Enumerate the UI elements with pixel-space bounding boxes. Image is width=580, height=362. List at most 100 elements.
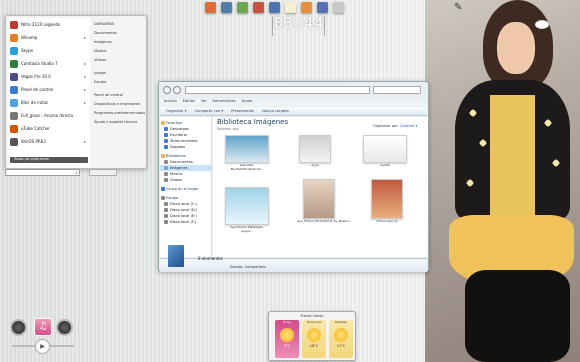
command-button[interactable]: Nueva carpeta bbox=[262, 109, 288, 113]
nav-item-icon bbox=[161, 196, 165, 200]
tools-dock-icon[interactable] bbox=[317, 1, 328, 13]
image-thumbnail[interactable]: Aya-Hirano-Wallpaper-ayaya... bbox=[225, 187, 269, 233]
nav-pane-item[interactable]: Grupo en el hogar bbox=[160, 186, 211, 192]
menu-item[interactable]: Edición bbox=[183, 99, 195, 106]
explorer-search-input[interactable] bbox=[373, 86, 421, 94]
weather-temp: 4°C bbox=[283, 344, 291, 348]
command-button[interactable]: Organizar ▾ bbox=[166, 109, 187, 113]
music-icon[interactable]: ♫ bbox=[34, 318, 52, 336]
program-item[interactable]: WinOS PR63 ▸ bbox=[10, 136, 90, 147]
thumbnail-image bbox=[299, 135, 331, 163]
start-place-item[interactable]: DARKSMDE bbox=[94, 20, 146, 29]
program-label: Bloc de notas bbox=[21, 100, 49, 105]
image-thumbnail[interactable]: aya-ueto-8bd7e6d9cd4e6cdd... bbox=[225, 135, 269, 171]
back-button[interactable] bbox=[163, 86, 171, 94]
address-bar[interactable] bbox=[185, 86, 370, 94]
arrange-by[interactable]: Organizar por: Carpeta ▾ bbox=[373, 124, 417, 128]
image-thumbnail[interactable]: Aya18 bbox=[363, 135, 407, 168]
start-place-item[interactable]: Programas predeterminados bbox=[94, 109, 146, 118]
arrange-value[interactable]: Carpeta ▾ bbox=[400, 124, 417, 128]
start-place-item[interactable]: Videos bbox=[94, 56, 146, 65]
program-label: Skype bbox=[21, 48, 34, 53]
start-place-item[interactable]: Imágenes bbox=[94, 38, 146, 47]
image-thumbnail[interactable]: Hirano Aya ya bbox=[365, 179, 409, 224]
previous-button[interactable] bbox=[10, 319, 27, 336]
help-dock-icon[interactable] bbox=[269, 1, 280, 13]
program-icon bbox=[10, 72, 18, 81]
start-place-item[interactable]: Ayuda y soporte técnico bbox=[94, 118, 146, 127]
menu-item[interactable]: Archivo bbox=[164, 99, 177, 106]
program-label: Full_glass - Acceso directo bbox=[21, 113, 74, 118]
nav-item-icon bbox=[164, 127, 168, 131]
nav-pane-item[interactable]: Disco local (F:) bbox=[160, 219, 211, 225]
program-label: Nitro 2120 Legends bbox=[21, 22, 61, 27]
program-item[interactable]: Nitro 2120 Legends bbox=[10, 19, 90, 30]
apps-dock-icon[interactable] bbox=[237, 1, 248, 13]
start-place-item[interactable]: Música bbox=[94, 47, 146, 56]
top-dock bbox=[205, 0, 344, 14]
thumbnail-image bbox=[371, 179, 403, 219]
nav-item-label: Escritorio bbox=[170, 133, 187, 137]
menu-item[interactable]: Herramientas bbox=[213, 99, 236, 106]
folder-dock-icon[interactable] bbox=[205, 1, 216, 13]
image-thumbnail[interactable]: Ayya bbox=[293, 135, 337, 168]
forward-button[interactable] bbox=[173, 86, 181, 94]
wallpaper-photo bbox=[425, 0, 580, 362]
pen-tray-icon[interactable]: ✎ bbox=[454, 2, 466, 14]
all-programs-button[interactable]: Todos los programas bbox=[10, 157, 88, 163]
nav-pane-item[interactable]: Vídeos bbox=[160, 177, 211, 183]
weather-day-label: Tomorrow bbox=[306, 320, 322, 324]
media-dock-icon[interactable] bbox=[301, 1, 312, 13]
nav-item-label: Disco local (D:) bbox=[170, 208, 198, 212]
command-button[interactable]: Compartir con ▾ bbox=[195, 109, 224, 113]
content-pane: Biblioteca Imágenes Entorno: aya Organiz… bbox=[213, 117, 428, 257]
photo-dock-icon[interactable] bbox=[285, 1, 296, 13]
program-item[interactable]: uTube Catcher bbox=[10, 123, 90, 134]
thumbnail-caption: Hirano Aya ya bbox=[376, 219, 398, 223]
start-search-input[interactable]: ⌕ bbox=[5, 169, 80, 176]
program-item[interactable]: Skype bbox=[10, 45, 90, 56]
start-place-item[interactable]: Documentos bbox=[94, 29, 146, 38]
explorer-titlebar bbox=[159, 82, 428, 96]
status: Estado: Compartido bbox=[230, 265, 266, 269]
library-subtitle: Entorno: aya bbox=[217, 127, 239, 131]
nav-item-icon bbox=[161, 121, 165, 125]
trash-dock-icon[interactable] bbox=[333, 1, 344, 13]
nav-item-label: Bibliotecas bbox=[166, 154, 186, 158]
menu-item[interactable]: Ver bbox=[201, 99, 207, 106]
program-item[interactable]: Panel de control ▸ bbox=[10, 84, 90, 95]
nav-pane-item[interactable]: Dropbox bbox=[160, 144, 211, 150]
shutdown-button[interactable] bbox=[89, 169, 117, 176]
program-item[interactable]: Bloc de notas ▸ bbox=[10, 97, 90, 108]
start-place-item[interactable]: Dispositivos e impresoras bbox=[94, 100, 146, 109]
clock-time: 03:44 bbox=[274, 14, 325, 32]
program-item[interactable]: Winamp ▸ bbox=[10, 32, 90, 43]
nav-item-icon bbox=[161, 187, 165, 191]
program-item[interactable]: Camtasia Studio 7 ▸ bbox=[10, 58, 90, 69]
start-place-item[interactable]: Panel de control bbox=[94, 91, 146, 100]
image-thumbnail[interactable]: Aya_Hirano_Photoshoot_by_Beesco bbox=[297, 179, 350, 224]
paint-dock-icon[interactable] bbox=[253, 1, 264, 13]
weather-gadget[interactable]: Puerto Viento Today 4°C Tomorrow 18°C Tuesda… bbox=[268, 311, 356, 361]
network-dock-icon[interactable] bbox=[221, 1, 232, 13]
thumbnail-caption: Aya_Hirano_Photoshoot_by_Beesco bbox=[297, 219, 350, 223]
menu-item[interactable]: Ayuda bbox=[242, 99, 252, 106]
photo-face bbox=[497, 22, 535, 74]
weather-location: Puerto Viento bbox=[300, 314, 324, 318]
submenu-arrow-icon: ▸ bbox=[83, 100, 86, 105]
photo-legs bbox=[465, 270, 570, 362]
nav-item-label: Grupo en el hogar bbox=[166, 187, 199, 191]
program-icon bbox=[10, 137, 18, 146]
command-bar: Organizar ▾ Compartir con ▾ Presentación Nu… bbox=[160, 107, 427, 116]
nav-item-label: Disco local (E:) bbox=[170, 214, 197, 218]
program-item[interactable]: Vegas Pro 10.0 ▸ bbox=[10, 71, 90, 82]
items-count: 8 elementos bbox=[198, 256, 223, 261]
program-label: Winamp bbox=[21, 35, 38, 40]
navigation-pane: Favoritos Descargas Escritorio Sitios recie… bbox=[160, 117, 212, 257]
next-button[interactable] bbox=[56, 319, 73, 336]
program-item[interactable]: Full_glass - Acceso directo bbox=[10, 110, 90, 121]
command-button[interactable]: Presentación bbox=[231, 109, 254, 113]
play-icon[interactable]: ▶ bbox=[35, 339, 50, 354]
start-place-item[interactable]: Juegos bbox=[94, 69, 146, 78]
start-place-item[interactable]: Equipo bbox=[94, 78, 146, 87]
